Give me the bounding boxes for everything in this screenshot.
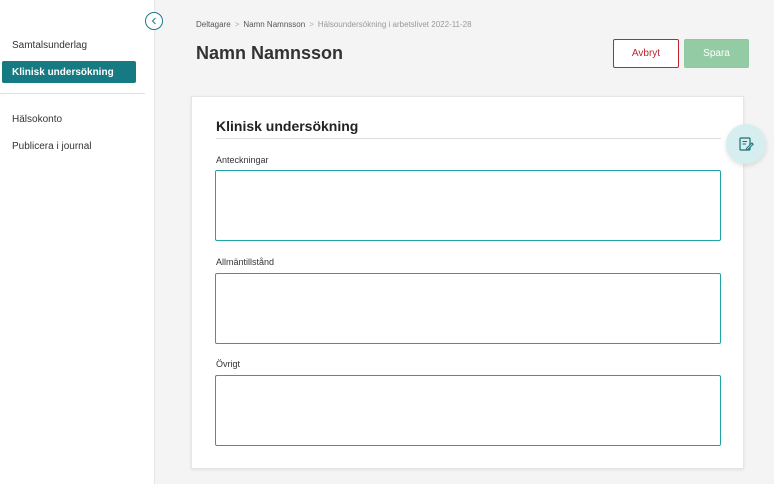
cancel-button[interactable]: Avbryt xyxy=(613,39,679,68)
breadcrumb-current: Hälsoundersökning i arbetslivet 2022-11-… xyxy=(317,20,472,29)
edit-note-icon xyxy=(739,137,754,151)
sidebar-divider xyxy=(0,93,145,94)
breadcrumb-deltagare[interactable]: Deltagare xyxy=(196,20,231,29)
ovrigt-field[interactable] xyxy=(215,375,721,446)
sidebar-item-publicera-i-journal[interactable]: Publicera i journal xyxy=(2,135,136,157)
allmantillstand-field[interactable] xyxy=(215,273,721,344)
card-divider xyxy=(216,138,721,139)
field-label-ovrigt: Övrigt xyxy=(216,359,241,369)
breadcrumb-separator: > xyxy=(309,20,314,29)
breadcrumb-separator: > xyxy=(234,20,240,29)
notes-float-button[interactable] xyxy=(726,124,766,164)
field-label-allmantillstand: Allmäntillstånd xyxy=(216,257,275,267)
chevron-left-icon xyxy=(151,17,156,25)
field-label-anteckningar: Anteckningar xyxy=(216,155,269,165)
sidebar-collapse-button[interactable] xyxy=(145,12,163,30)
save-button[interactable]: Spara xyxy=(684,39,749,68)
breadcrumb-participant[interactable]: Namn Namnsson xyxy=(243,20,305,29)
page-title: Namn Namnsson xyxy=(196,43,344,63)
card-title: Klinisk undersökning xyxy=(216,118,359,134)
sidebar-item-halsokonto[interactable]: Hälsokonto xyxy=(2,108,136,130)
sidebar-item-samtalsunderlag[interactable]: Samtalsunderlag xyxy=(2,34,136,56)
examination-card: Klinisk undersökning Anteckningar Allmän… xyxy=(191,96,744,469)
anteckningar-field[interactable] xyxy=(215,170,721,241)
sidebar: Samtalsunderlag Klinisk undersökning Häl… xyxy=(0,0,155,484)
sidebar-item-klinisk-undersokning[interactable]: Klinisk undersökning xyxy=(2,61,136,83)
breadcrumb: Deltagare > Namn Namnsson > Hälsoundersö… xyxy=(196,20,472,29)
